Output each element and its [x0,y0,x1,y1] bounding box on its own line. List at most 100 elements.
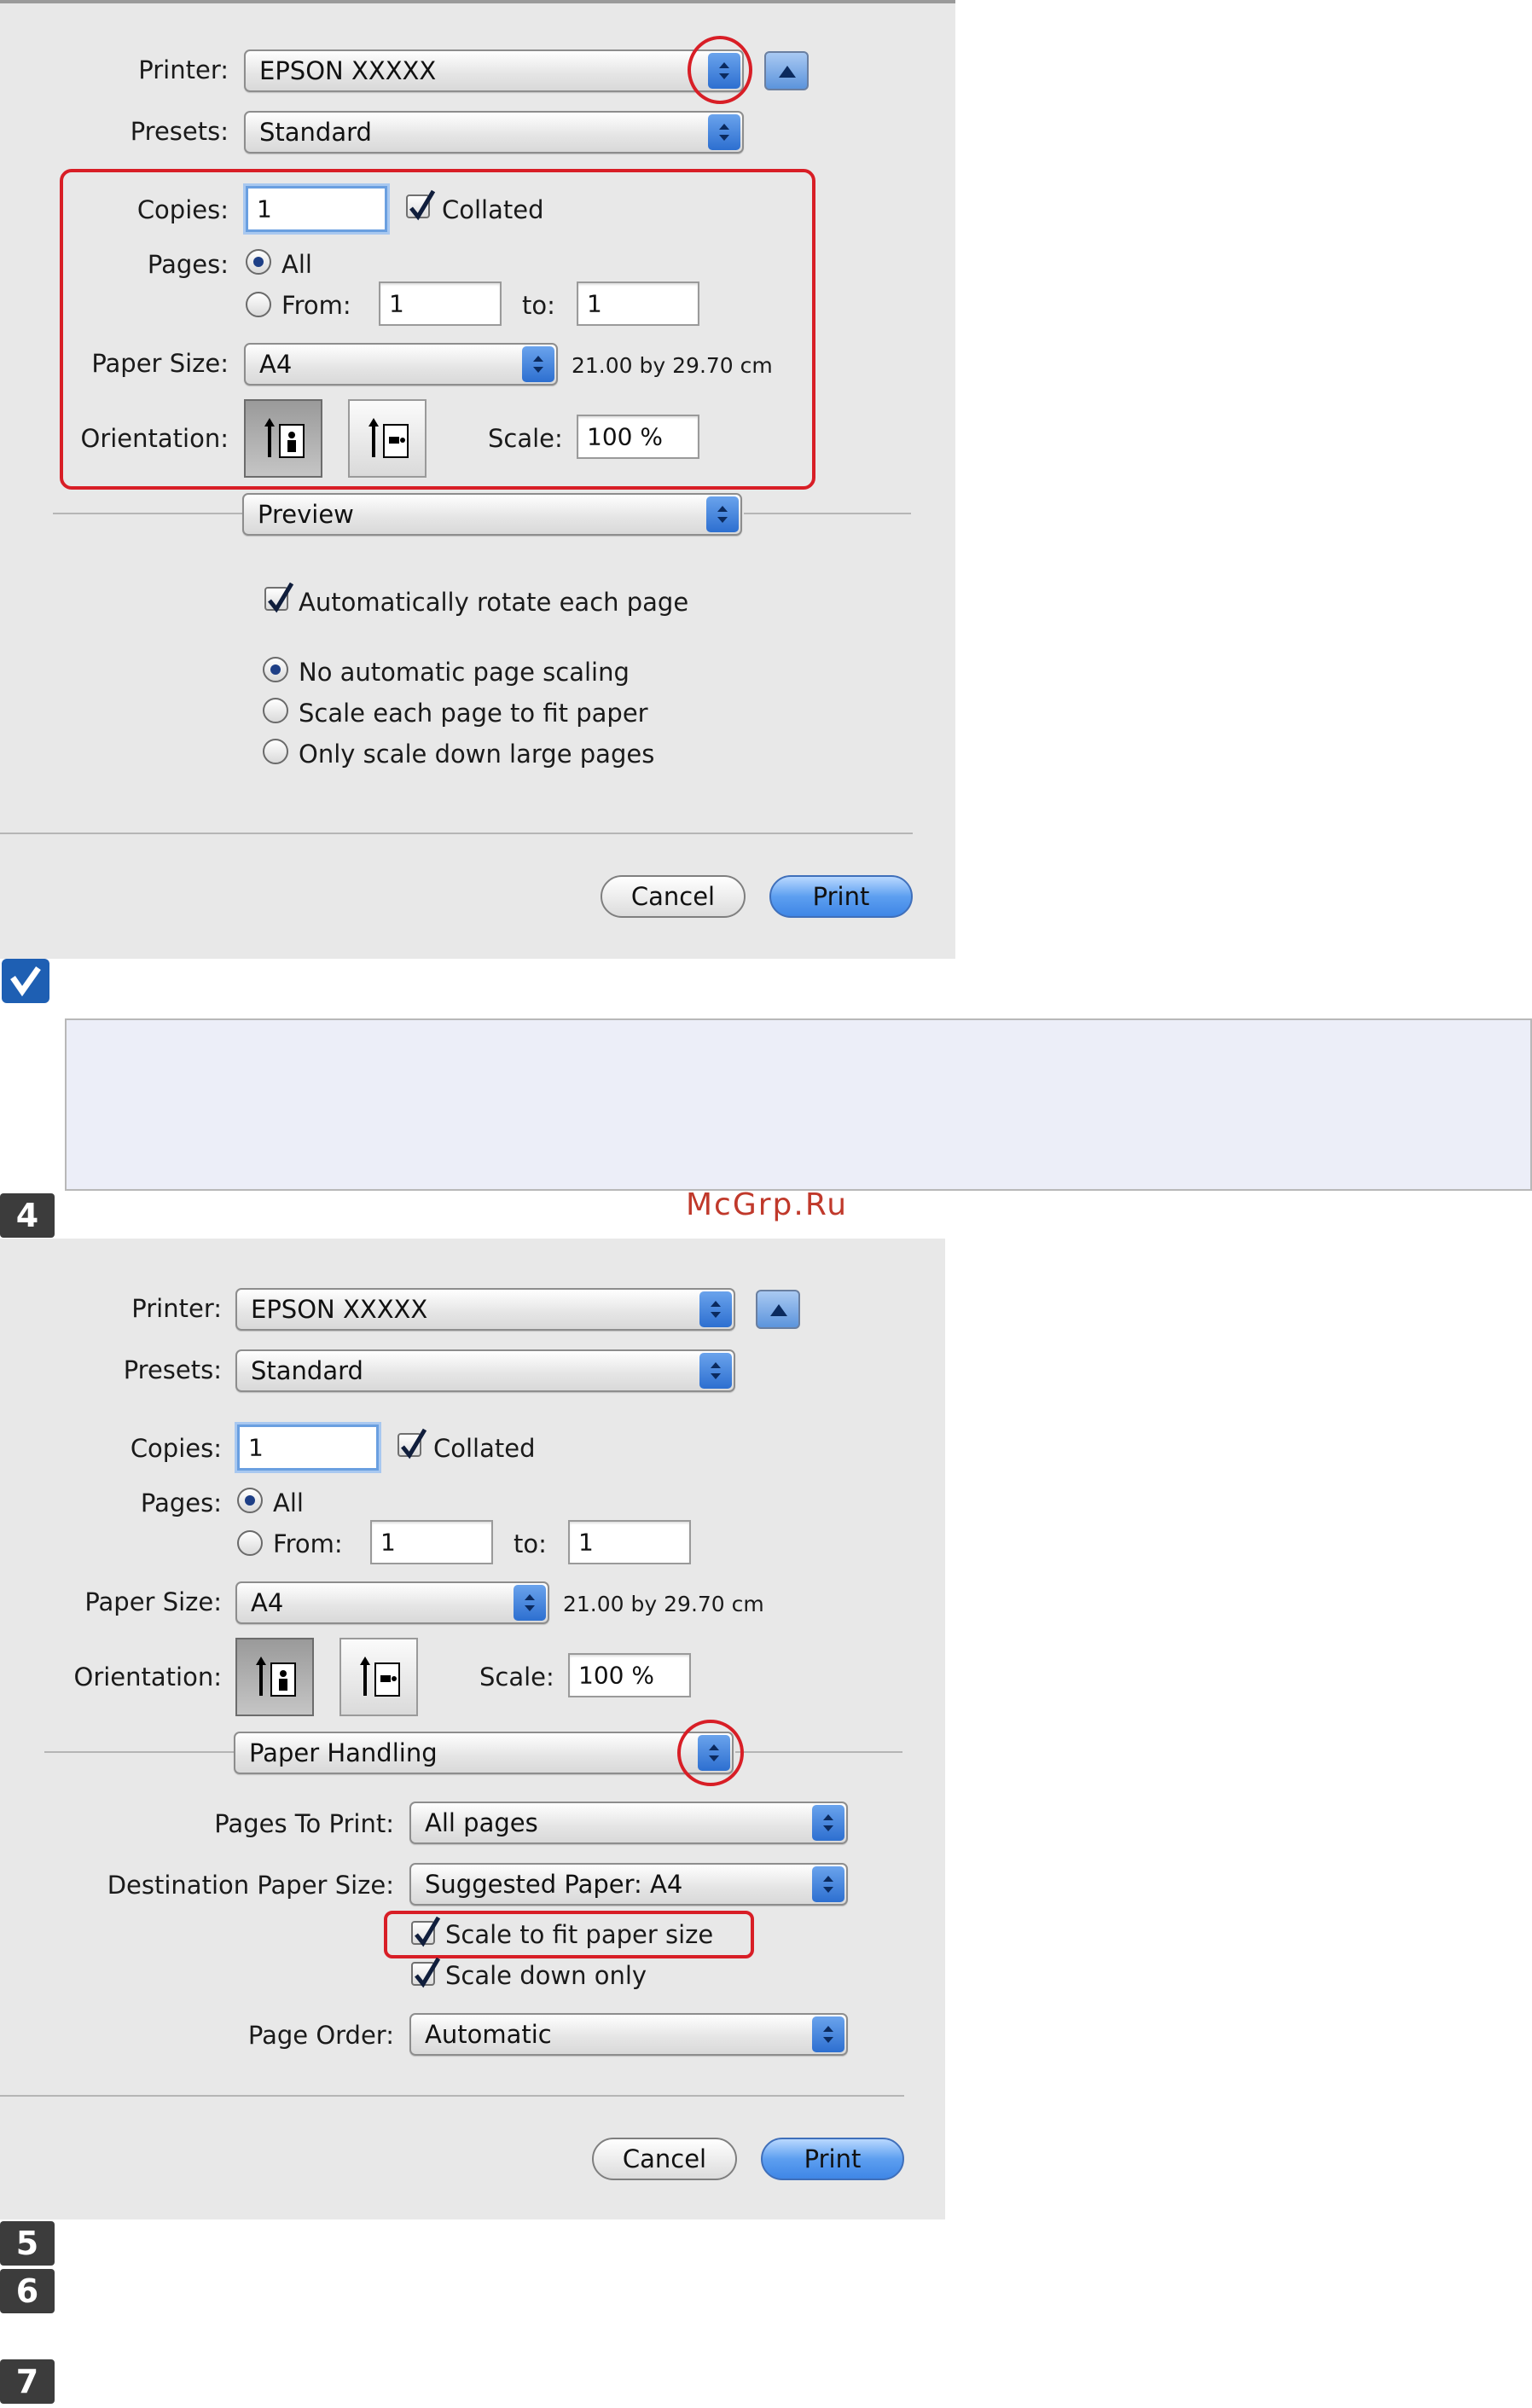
popup-arrows-icon [812,1805,844,1841]
cancel-button[interactable]: Cancel [592,2138,737,2180]
scale-label: Scale: [479,1662,554,1691]
dest-paper-popup[interactable]: Suggested Paper: A4 [409,1863,848,1906]
pages-all-radio[interactable] [246,249,271,275]
section-popup[interactable]: Preview [242,493,742,536]
section-popup-value: Preview [258,500,354,529]
watermark: McGrp.Ru [686,1187,849,1222]
popup-arrows-icon [699,1353,732,1389]
to-value: 1 [587,289,602,318]
footer-divider [0,833,913,834]
footer-divider [0,2095,904,2097]
collated-checkbox[interactable] [398,1428,427,1459]
dialog-top-border [0,0,955,3]
collated-checkbox[interactable] [406,189,436,221]
to-field[interactable]: 1 [568,1520,691,1564]
pages-from-label: From: [281,291,351,320]
note-box [65,1018,1532,1191]
page-order-label: Page Order: [247,2021,394,2050]
printer-label: Printer: [138,55,229,84]
from-field[interactable]: 1 [379,281,502,326]
checkmark-icon [409,189,436,221]
pages-from-label: From: [273,1529,343,1558]
scale-down-large-radio[interactable] [263,739,288,764]
auto-rotate-label: Automatically rotate each page [299,588,689,617]
section-divider-left [44,1751,234,1753]
cancel-label: Cancel [630,882,716,911]
pages-to-print-popup[interactable]: All pages [409,1802,848,1844]
scale-fit-checkbox[interactable] [411,1916,441,1947]
copies-field[interactable]: 1 [237,1424,379,1471]
to-field[interactable]: 1 [577,281,699,326]
triangle-up-icon [770,1304,787,1316]
printer-label: Printer: [131,1294,222,1323]
scale-field[interactable]: 100 % [577,415,699,459]
popup-arrows-icon [522,346,554,382]
pages-to-print-label: Pages To Print: [214,1809,394,1838]
print-button[interactable]: Print [769,875,913,918]
cancel-button[interactable]: Cancel [601,875,746,918]
note-check-icon [2,959,49,1003]
printer-popup[interactable]: EPSON XXXXX [244,49,744,92]
orientation-label: Orientation: [73,1662,223,1691]
scale-fit-label: Scale to fit paper size [445,1920,714,1949]
auto-rotate-checkbox[interactable] [264,582,294,613]
copies-value: 1 [248,1433,264,1462]
paper-size-popup[interactable]: A4 [244,343,558,386]
printer-popup[interactable]: EPSON XXXXX [235,1288,735,1331]
orientation-landscape-button[interactable] [348,399,427,478]
scale-field[interactable]: 100 % [568,1653,691,1697]
from-value: 1 [380,1528,396,1557]
to-label: to: [514,1529,547,1558]
triangle-up-icon [779,66,796,78]
orientation-portrait-button[interactable] [235,1638,314,1716]
orientation-portrait-button[interactable] [244,399,322,478]
pages-from-radio[interactable] [246,292,271,317]
pages-label: Pages: [140,1488,222,1517]
presets-label: Presets: [130,117,229,146]
pages-from-radio[interactable] [237,1530,263,1556]
print-label: Print [812,882,870,911]
scale-value: 100 % [587,422,663,451]
copies-value: 1 [257,194,272,223]
collated-label: Collated [442,195,544,224]
to-label: to: [522,291,555,320]
no-scaling-radio[interactable] [263,657,288,682]
checkmark-icon [401,1428,427,1459]
popup-arrows-icon [812,2016,844,2052]
checkmark-icon [415,1957,441,1988]
printer-value: EPSON XXXXX [251,1295,428,1324]
expand-dialog-button[interactable] [756,1290,800,1329]
pages-all-radio[interactable] [237,1488,263,1513]
step-number-6: 6 [0,2269,55,2313]
collated-label: Collated [433,1434,536,1463]
expand-dialog-button[interactable] [764,51,809,90]
from-field[interactable]: 1 [370,1520,493,1564]
paper-dimensions: 21.00 by 29.70 cm [563,1592,764,1616]
copies-field[interactable]: 1 [246,186,387,232]
page-order-popup[interactable]: Automatic [409,2013,848,2056]
presets-label: Presets: [123,1355,222,1384]
paper-size-value: A4 [251,1588,284,1617]
step-number-7: 7 [0,2359,55,2404]
paper-size-popup[interactable]: A4 [235,1581,549,1624]
pages-label: Pages: [147,250,229,279]
copies-label: Copies: [136,195,229,224]
popup-arrows-icon [706,496,739,532]
presets-popup[interactable]: Standard [235,1349,735,1392]
print-button[interactable]: Print [761,2138,904,2180]
orientation-landscape-button[interactable] [339,1638,418,1716]
scale-fit-radio[interactable] [263,698,288,723]
section-popup-value: Paper Handling [249,1738,438,1767]
section-popup-highlight [677,1720,744,1786]
section-popup[interactable]: Paper Handling [234,1732,734,1774]
scale-value: 100 % [578,1661,654,1690]
page-order-value: Automatic [425,2020,552,2049]
paper-size-value: A4 [259,350,293,379]
scale-down-checkbox[interactable] [411,1957,441,1988]
presets-popup[interactable]: Standard [244,111,744,154]
popup-arrows-icon [514,1585,546,1621]
copies-label: Copies: [130,1434,222,1463]
orientation-label: Orientation: [80,424,229,453]
to-value: 1 [578,1528,594,1557]
checkmark-icon [415,1916,441,1947]
